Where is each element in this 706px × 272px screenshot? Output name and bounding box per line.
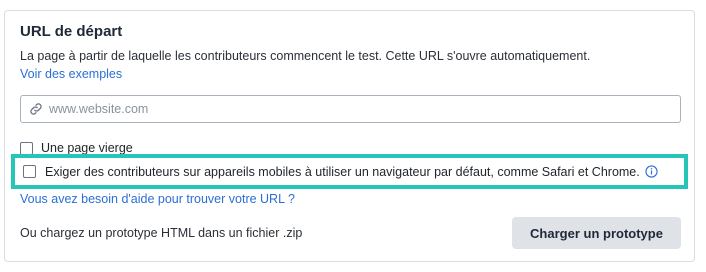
upload-prototype-button[interactable]: Charger un prototype bbox=[512, 217, 681, 249]
blank-page-checkbox[interactable] bbox=[20, 141, 33, 155]
mobile-browser-label: Exiger des contributeurs sur appareils m… bbox=[45, 164, 640, 179]
mobile-browser-option[interactable]: Exiger des contributeurs sur appareils m… bbox=[11, 154, 688, 189]
see-examples-link[interactable]: Voir des exemples bbox=[20, 67, 122, 81]
url-help-link[interactable]: Vous avez besoin d'aide pour trouver vot… bbox=[20, 192, 295, 206]
mobile-browser-checkbox[interactable] bbox=[23, 165, 36, 178]
prototype-upload-text: Ou chargez un prototype HTML dans un fic… bbox=[20, 226, 303, 240]
section-description: La page à partir de laquelle les contrib… bbox=[20, 49, 591, 63]
blank-page-label: Une page vierge bbox=[41, 141, 133, 155]
section-title: URL de départ bbox=[20, 23, 123, 40]
url-field[interactable] bbox=[20, 95, 681, 123]
url-input[interactable] bbox=[49, 102, 680, 116]
info-icon[interactable] bbox=[645, 165, 658, 178]
link-icon bbox=[30, 103, 42, 115]
